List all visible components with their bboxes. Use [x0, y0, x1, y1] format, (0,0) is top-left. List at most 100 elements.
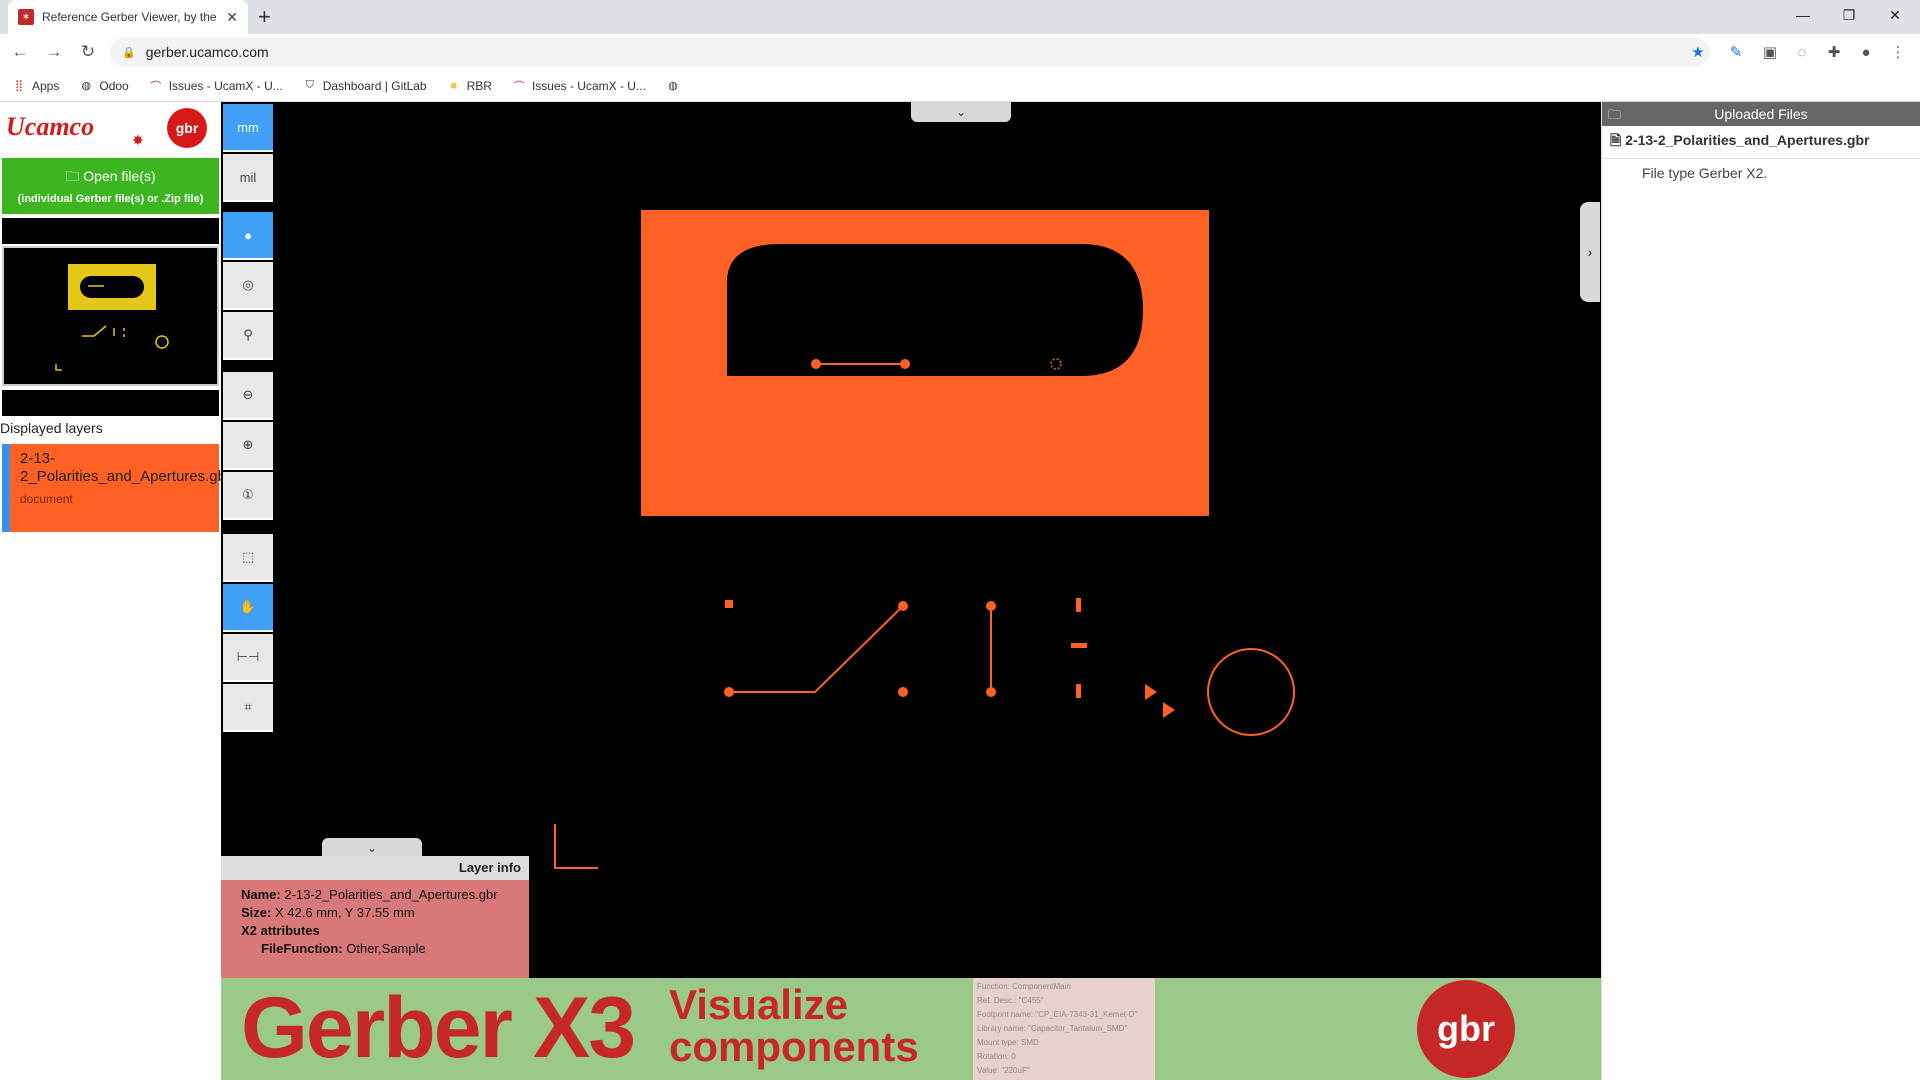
layer-info-collapse-toggle[interactable]: ⌄ [322, 838, 422, 858]
zoom-one-icon: ① [242, 487, 254, 502]
draw-mode-outline-button[interactable]: ◎ [223, 262, 273, 310]
restore-icon[interactable]: ❐ [1826, 0, 1872, 30]
open-files-button[interactable]: 🗀 Open file(s) (individual Gerber file(s… [2, 158, 219, 214]
gbr-badge: gbr [167, 108, 207, 148]
unit-mm-button[interactable]: mm [223, 104, 273, 152]
zoom-out-button[interactable]: ⊖ [223, 372, 273, 420]
unit-mil-button[interactable]: mil [223, 154, 273, 202]
uploaded-files-header: 🗀 Uploaded Files [1602, 102, 1920, 126]
zoom-in-button[interactable]: ⊕ [223, 422, 273, 470]
preview-top-bar [2, 218, 219, 244]
x2-attributes-label: X2 attributes [241, 923, 320, 938]
chevron-down-icon: ⌄ [366, 841, 378, 855]
bookmark-issues-1[interactable]: ⌒ Issues - UcamX - U... [149, 79, 283, 93]
bookmark-issues-2[interactable]: ⌒ Issues - UcamX - U... [512, 79, 646, 93]
measure-xy-button[interactable]: ⌗ [223, 684, 273, 732]
reload-icon[interactable]: ↻ [74, 38, 102, 66]
zoom-reset-button[interactable]: ① [223, 472, 273, 520]
layer-info-name: 2-13-2_Polarities_and_Apertures.gbr [284, 887, 498, 902]
banner-title: Gerber X3 [241, 980, 636, 1076]
banner-gbr-badge: gbr [1417, 980, 1515, 1078]
gerber-x3-banner[interactable]: Gerber X3 Visualize components Function:… [221, 978, 1601, 1080]
extension-icon[interactable]: ▣ [1758, 40, 1782, 64]
ucamco-logo: Ucamco [6, 112, 95, 141]
uploaded-file-item[interactable]: 🗎 2-13-2_Polarities_and_Apertures.gbr [1602, 126, 1920, 159]
extension-icon[interactable]: ◌ [1790, 40, 1814, 64]
minimize-icon[interactable]: — [1780, 0, 1826, 30]
pan-button[interactable]: ✋ [223, 584, 273, 632]
pin-outline-icon: ◎ [242, 277, 254, 292]
gitlab-icon: ⛉ [305, 79, 314, 91]
browser-nav-bar: ← → ↻ 🔒 gerber.ucamco.com ★ ✎ ▣ ◌ ✚ ● ⋮ [0, 34, 1920, 70]
layer-info-body: Name: 2-13-2_Polarities_and_Apertures.gb… [221, 880, 529, 980]
pin-icon: ● [244, 227, 252, 243]
profile-avatar-icon[interactable]: ● [1854, 40, 1878, 64]
file-icon: 🗎 [1610, 132, 1626, 148]
layer-list-item[interactable]: 2-13-2_Polarities_and_Apertures.gbr docu… [2, 444, 231, 532]
layer-info-filefunction: Other,Sample [346, 941, 426, 956]
view-toolbar: mm mil ● ◎ ⚲ ⊖ ⊕ ① ⬚ ✋ ⊢⊣ ⌗ [221, 102, 273, 742]
hand-icon: ✋ [239, 599, 257, 614]
layer-preview-thumbnail[interactable] [2, 246, 219, 386]
bookmark-apps[interactable]: ⣿ Apps [12, 79, 59, 93]
layer-name: 2-13-2_Polarities_and_Apertures.gbr [20, 450, 231, 485]
lock-icon: 🔒 [122, 46, 136, 59]
zoom-in-icon: ⊕ [242, 437, 254, 452]
browser-tab[interactable]: ✶ Reference Gerber Viewer, by the ✕ [8, 0, 248, 34]
url-text: gerber.ucamco.com [145, 44, 269, 60]
layer-info-size: X 42.6 mm, Y 37.55 mm [274, 905, 415, 920]
measure-button[interactable]: ⊢⊣ [223, 634, 273, 682]
extension-icon[interactable]: ✎ [1724, 40, 1748, 64]
gerber-viewer-app: Ucamco ✸ gbr 🗀 Open file(s) (individual … [0, 102, 1920, 1080]
layer-type: document [20, 492, 73, 506]
chevron-right-icon: › [1587, 244, 1593, 260]
bookmarks-bar: ⣿ Apps ◍ Odoo ⌒ Issues - UcamX - U... ⛉ Dash… [0, 70, 1920, 102]
right-panel-toggle[interactable]: › [1580, 202, 1600, 302]
browser-tab-bar: ✶ Reference Gerber Viewer, by the ✕ + — … [0, 0, 1920, 34]
redmine-icon: ⌒ [513, 80, 525, 93]
preview-drawing [55, 264, 169, 371]
draw-mode-skeleton-button[interactable]: ⚲ [223, 312, 273, 360]
bookmark-globe[interactable]: ◍ [666, 79, 686, 93]
preview-bottom-bar [2, 390, 219, 416]
ruler-xy-icon: ⌗ [244, 699, 252, 714]
bookmark-gitlab[interactable]: ⛉ Dashboard | GitLab [303, 79, 427, 93]
left-panel: Ucamco ✸ gbr 🗀 Open file(s) (individual … [0, 102, 231, 1080]
site-favicon-icon: ✶ [18, 9, 34, 25]
gerber-drawing [554, 210, 1295, 869]
close-tab-icon[interactable]: ✕ [226, 9, 238, 26]
banner-subtitle: Visualize components [669, 981, 919, 1070]
draw-mode-filled-button[interactable]: ● [223, 212, 273, 260]
banner-attribute-list: Function: ComponentMain Ref. Desc.: "C45… [973, 978, 1155, 1080]
new-tab-icon[interactable]: + [258, 4, 271, 30]
redmine-icon: ⌒ [150, 80, 162, 93]
bookmark-star-icon[interactable]: ★ [1686, 40, 1710, 64]
gerber-canvas[interactable]: ⌄ ⌄ [221, 102, 1601, 978]
logo-row: Ucamco ✸ gbr [0, 102, 221, 158]
displayed-layers-label: Displayed layers [0, 420, 103, 436]
uploaded-files-panel: 🗀 Uploaded Files 🗎 2-13-2_Polarities_and… [1601, 102, 1920, 1080]
bookmark-odoo[interactable]: ◍ Odoo [79, 79, 129, 93]
zoom-window-icon: ⬚ [241, 549, 255, 564]
bookmark-rbr[interactable]: ■ RBR [447, 79, 492, 93]
layer-info-title: Layer info [221, 856, 529, 880]
back-icon[interactable]: ← [6, 38, 34, 66]
close-window-icon[interactable]: ✕ [1872, 0, 1918, 30]
file-type-text: File type Gerber X2. [1642, 165, 1768, 181]
ruler-icon: ⊢⊣ [236, 649, 260, 664]
address-bar[interactable]: 🔒 gerber.ucamco.com [110, 38, 1710, 66]
folder-icon: ■ [450, 79, 457, 92]
folder-icon: 🗀 [65, 168, 84, 184]
forward-icon[interactable]: → [40, 38, 68, 66]
tab-title: Reference Gerber Viewer, by the [42, 10, 217, 24]
puzzle-icon[interactable]: ✚ [1822, 40, 1846, 64]
zoom-out-icon: ⊖ [242, 387, 254, 402]
more-menu-icon[interactable]: ⋮ [1886, 40, 1910, 64]
apps-grid-icon: ⣿ [14, 80, 24, 92]
globe-icon: ◍ [81, 80, 92, 92]
logo-spark-icon: ✸ [132, 132, 144, 148]
zoom-window-button[interactable]: ⬚ [223, 534, 273, 582]
globe-icon: ◍ [668, 80, 678, 92]
pin-skeleton-icon: ⚲ [243, 327, 253, 342]
folder-icon: 🗀 [1608, 107, 1622, 122]
